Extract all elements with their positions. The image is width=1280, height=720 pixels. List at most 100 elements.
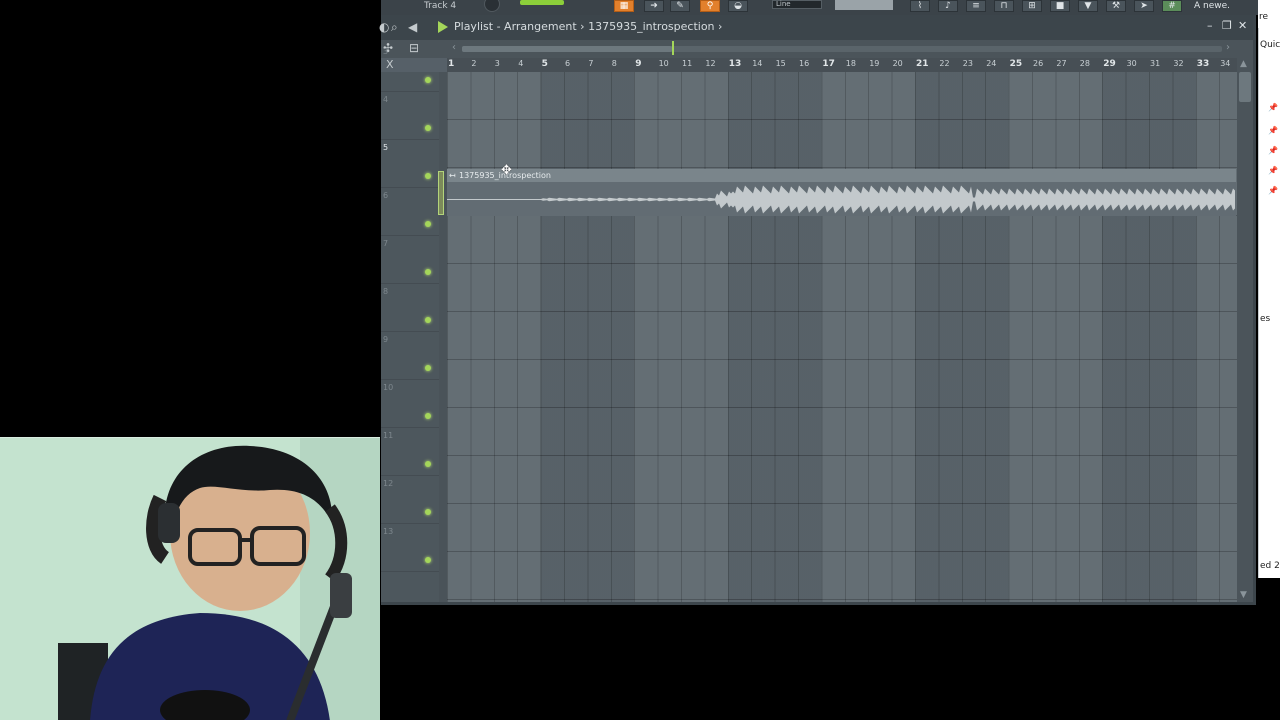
mic-icon[interactable]: ⚒	[1106, 0, 1126, 12]
vertical-scroll-thumb[interactable]	[1239, 72, 1251, 102]
song-position-marker[interactable]	[672, 41, 674, 55]
bar-number: 28	[1079, 59, 1090, 68]
scroll-left-icon[interactable]: ‹	[452, 42, 456, 53]
playlist-grid[interactable]	[447, 72, 1237, 602]
track-header[interactable]: 6	[381, 188, 439, 236]
tempo-icon[interactable]: #	[1162, 0, 1182, 12]
right-panel-top: re	[1258, 0, 1280, 28]
track-header[interactable]: 7	[381, 236, 439, 284]
mouse-cursor-icon: ✥	[501, 163, 512, 178]
clip-header[interactable]: ↤ 1375935_introspection	[447, 170, 1236, 182]
bar-number: 34	[1220, 59, 1231, 68]
track-mute-led[interactable]	[425, 461, 431, 467]
track-header[interactable]: 12	[381, 476, 439, 524]
track-header[interactable]: 13	[381, 524, 439, 572]
track-mute-led[interactable]	[425, 77, 431, 83]
playlist-mode-button[interactable]: ▦	[614, 0, 634, 12]
track-mute-led[interactable]	[425, 317, 431, 323]
track-mute-led[interactable]	[425, 269, 431, 275]
playlist-title: Playlist - Arrangement › 1375935_introsp…	[454, 20, 723, 33]
graph-icon[interactable]: ⌇	[910, 0, 930, 12]
track-number: 4	[383, 95, 389, 104]
mixer-icon[interactable]: ♪	[938, 0, 958, 12]
right-panel-top-text: re	[1259, 12, 1269, 22]
master-level-bar	[520, 0, 564, 5]
arrow-right-icon[interactable]: ➜	[644, 0, 664, 12]
bar-number: 32	[1173, 59, 1184, 68]
bar-number: 25	[1009, 59, 1023, 69]
track-number: 3	[383, 47, 389, 56]
bar-number: 33	[1196, 59, 1210, 69]
bar-number: 1	[448, 59, 455, 69]
minimize-icon[interactable]: –	[1207, 20, 1213, 32]
arrow-icon[interactable]: ➤	[1134, 0, 1154, 12]
pin-icon[interactable]: 📌	[1268, 126, 1278, 135]
close-window-icon[interactable]: ✕	[1238, 20, 1247, 32]
pin-icon[interactable]: 📌	[1268, 166, 1278, 175]
track-header[interactable]: 10	[381, 380, 439, 428]
bar-number: 15	[775, 59, 786, 68]
track-number: 6	[383, 191, 389, 200]
speaker-icon[interactable]: ◀	[408, 20, 417, 34]
pencil-icon[interactable]: ✎	[670, 0, 690, 12]
right-panel-mid-text: es	[1260, 314, 1271, 324]
track-mute-led[interactable]	[425, 413, 431, 419]
refresh-icon[interactable]: ◐	[379, 20, 389, 34]
restore-icon[interactable]: ❐	[1222, 20, 1232, 32]
scroll-down-icon[interactable]: ▼	[1240, 590, 1247, 600]
pin-icon[interactable]: 📌	[1268, 146, 1278, 155]
track-header[interactable]: 11	[381, 428, 439, 476]
quick-access-label[interactable]: Quic	[1260, 40, 1280, 50]
track-header[interactable]: 9	[381, 332, 439, 380]
track-mute-led[interactable]	[425, 221, 431, 227]
track-label: Track 4	[424, 1, 457, 11]
grid-icon[interactable]: ⊞	[1022, 0, 1042, 12]
track-mute-led[interactable]	[425, 173, 431, 179]
plugin-icon[interactable]: ⊓	[994, 0, 1014, 12]
bar-number: 9	[635, 59, 642, 69]
bar-number: 16	[799, 59, 810, 68]
bar-number: 13	[728, 59, 742, 69]
magnifier-icon[interactable]: ⌕	[391, 20, 398, 34]
track-header[interactable]: 4	[381, 92, 439, 140]
funnel-icon[interactable]: ▼	[1078, 0, 1098, 12]
bar-number: 18	[845, 59, 856, 68]
bar-number: 19	[869, 59, 880, 68]
track-header[interactable]: 8	[381, 284, 439, 332]
vertical-scrollbar[interactable]: ▲ ▼	[1237, 58, 1253, 602]
track-header[interactable]: 5	[381, 140, 439, 188]
square-icon[interactable]: ■	[1050, 0, 1070, 12]
track-mute-led[interactable]	[425, 509, 431, 515]
breadcrumb-pattern: 1375935_introspection	[588, 20, 715, 33]
horizontal-scrollbar[interactable]	[462, 46, 1222, 52]
bar-number: 26	[1033, 59, 1044, 68]
stamp-icon[interactable]: ◒	[728, 0, 748, 12]
clip-resize-handle[interactable]	[438, 171, 444, 215]
audio-clip[interactable]: ↤ 1375935_introspection	[447, 169, 1236, 216]
playlist-window: ◐ ⌕ ◀ Playlist - Arrangement › 1375935_i…	[379, 15, 1256, 605]
track-number: 8	[383, 287, 389, 296]
toolbar-slider[interactable]	[835, 0, 893, 10]
track-mute-led[interactable]	[425, 125, 431, 131]
pin-icon[interactable]: 📌	[1268, 103, 1278, 112]
track-number: 9	[383, 335, 389, 344]
pin-icon[interactable]: 📌	[1268, 186, 1278, 195]
bar-number: 14	[752, 59, 763, 68]
bar-number: 27	[1056, 59, 1067, 68]
snap-select[interactable]: Line	[772, 0, 822, 9]
track-mute-led[interactable]	[425, 557, 431, 563]
track-mute-led[interactable]	[425, 365, 431, 371]
track-header[interactable]: 3	[381, 44, 439, 92]
bar-number: 11	[682, 59, 693, 68]
horizontal-scroll-thumb[interactable]	[462, 46, 672, 52]
track-number: 10	[383, 383, 394, 392]
scroll-right-icon[interactable]: ›	[1226, 42, 1230, 53]
timeline-ruler[interactable]: 1 2 3 4 5 6 7 8 9 10 11 12 13 14 15 16 17 18 19 20 21 22 23 24 2…	[447, 58, 1237, 72]
list-icon[interactable]: ≡	[966, 0, 986, 12]
scroll-up-icon[interactable]: ▲	[1240, 59, 1247, 69]
bar-number: 31	[1150, 59, 1161, 68]
bar-number: 24	[986, 59, 997, 68]
clip-menu-icon[interactable]: ↤	[449, 170, 456, 182]
link-icon[interactable]: ⚲	[700, 0, 720, 12]
bar-number: 3	[494, 59, 500, 68]
